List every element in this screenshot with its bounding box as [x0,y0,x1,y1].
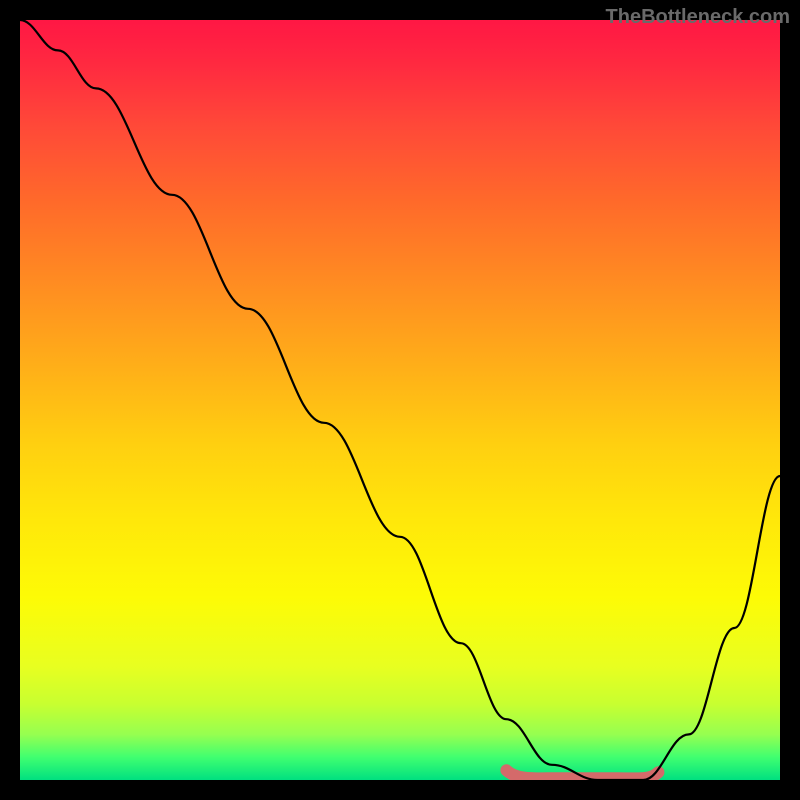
watermark-text: TheBottleneck.com [606,6,790,29]
chart-svg [20,20,780,780]
bottleneck-curve-line [20,20,780,780]
chart-plot-area [20,20,780,780]
